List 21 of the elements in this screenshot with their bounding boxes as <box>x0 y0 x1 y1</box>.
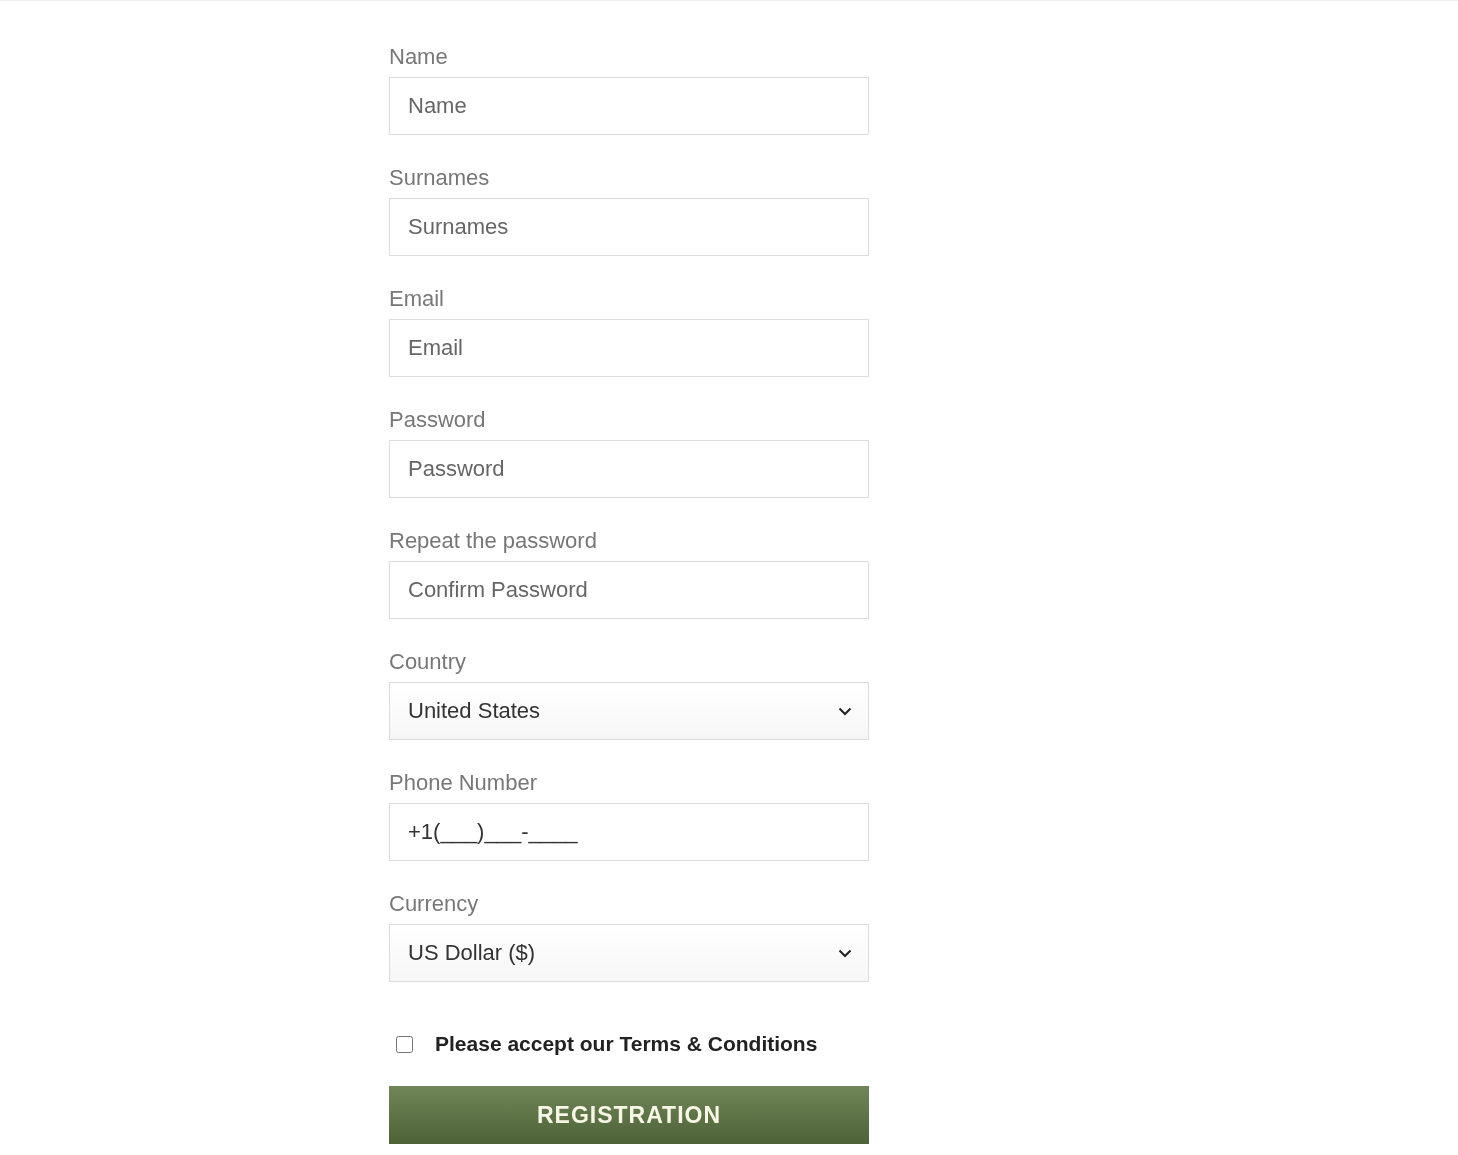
field-label: Email <box>389 286 444 312</box>
checkbox[interactable] <box>396 1035 413 1053</box>
input-field[interactable]: Email <box>389 319 869 377</box>
field-label: Name <box>389 44 448 70</box>
phone-field[interactable]: +1(___)___-____ <box>389 803 869 861</box>
field-label: Country <box>389 649 467 675</box>
chevron-down-icon <box>838 706 852 716</box>
field-label: Phone Number <box>389 770 537 796</box>
field-label: Surnames <box>389 165 490 191</box>
field-label: Password <box>389 407 486 433</box>
dropdown[interactable]: US Dollar ($) <box>389 924 869 982</box>
input-field[interactable]: Surnames <box>389 198 869 256</box>
field-label: Currency <box>389 891 479 917</box>
input-field[interactable]: Name <box>389 77 869 135</box>
dropdown[interactable]: United States <box>389 682 869 740</box>
terms-label: Please accept our Terms & Conditions <box>435 1032 818 1056</box>
input-field[interactable]: Password <box>389 440 869 498</box>
chevron-down-icon <box>838 948 852 958</box>
registration-button[interactable]: REGISTRATION <box>389 1086 869 1144</box>
field-label: Repeat the password <box>389 528 597 554</box>
input-field[interactable]: Confirm Password <box>389 561 869 619</box>
